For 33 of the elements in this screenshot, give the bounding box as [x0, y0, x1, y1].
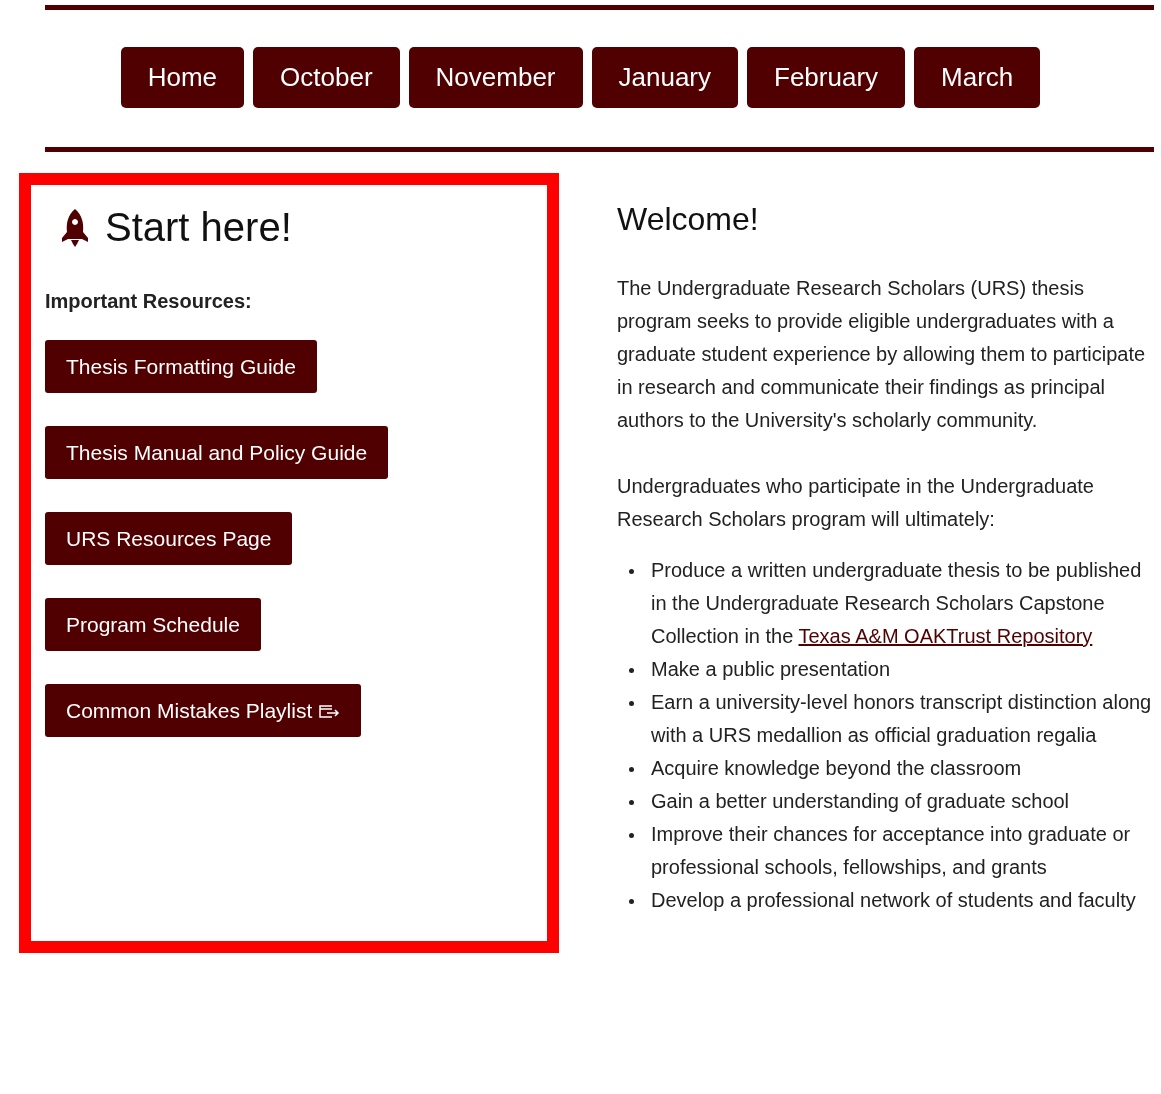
resource-button[interactable]: Program Schedule	[45, 598, 261, 651]
welcome-heading: Welcome!	[617, 201, 760, 238]
bullet-icon	[629, 800, 634, 805]
resource-button[interactable]: Thesis Formatting Guide	[45, 340, 317, 393]
resource-button[interactable]: Common Mistakes Playlist	[45, 684, 362, 737]
paragraph: Undergraduates who participate in the Undergraduate Research Scholars program will ultimately:	[617, 474, 1095, 532]
bullet-icon	[629, 899, 634, 904]
nav-button[interactable]: February	[747, 47, 906, 108]
nav-button[interactable]: November	[408, 47, 583, 108]
bullet-icon	[629, 701, 634, 706]
list-item-text: Improve their chances for acceptance into graduate or professional schools, fellowships, and grants	[651, 822, 1132, 880]
list-item-text: Gain a better understanding of graduate school	[651, 789, 1070, 814]
bullet-icon	[629, 833, 634, 838]
resource-button[interactable]: URS Resources Page	[45, 512, 293, 565]
external-link-icon	[318, 702, 341, 719]
resource-button[interactable]: Thesis Manual and Policy Guide	[45, 426, 389, 479]
nav-button[interactable]: January	[591, 47, 738, 108]
rocket-icon	[59, 207, 91, 248]
list-item-text: Produce a written undergraduate thesis to be published in the Undergraduate Research Scholars Capstone Collection in the Texas A&M OAKTrust Repository	[651, 558, 1143, 649]
list-item-text: Make a public presentation	[651, 657, 891, 682]
list-item-text: Develop a professional network of students and faculty	[651, 888, 1136, 913]
repository-link[interactable]: Texas A&M OAKTrust Repository	[798, 625, 1093, 647]
section-title: Start here!	[105, 205, 292, 250]
nav-button[interactable]: Home	[120, 47, 245, 108]
paragraph: The Undergraduate Research Scholars (URS) thesis program seeks to provide eligible undergraduates with a graduate student experience by allowing them to participate in research and communicate their findings as principal authors to the University's scholarly community.	[617, 276, 1147, 433]
bullet-icon	[629, 569, 634, 574]
nav-button[interactable]: October	[253, 47, 400, 108]
nav-button[interactable]: March	[914, 47, 1041, 108]
list-item-text: Acquire knowledge beyond the classroom	[651, 756, 1022, 781]
list-item-text: Earn a university-level honors transcript distinction along with a URS medallion as official graduation regalia	[651, 690, 1153, 748]
bullet-icon	[629, 668, 634, 673]
resources-label: Important Resources:	[45, 290, 252, 313]
bullet-icon	[629, 767, 634, 772]
